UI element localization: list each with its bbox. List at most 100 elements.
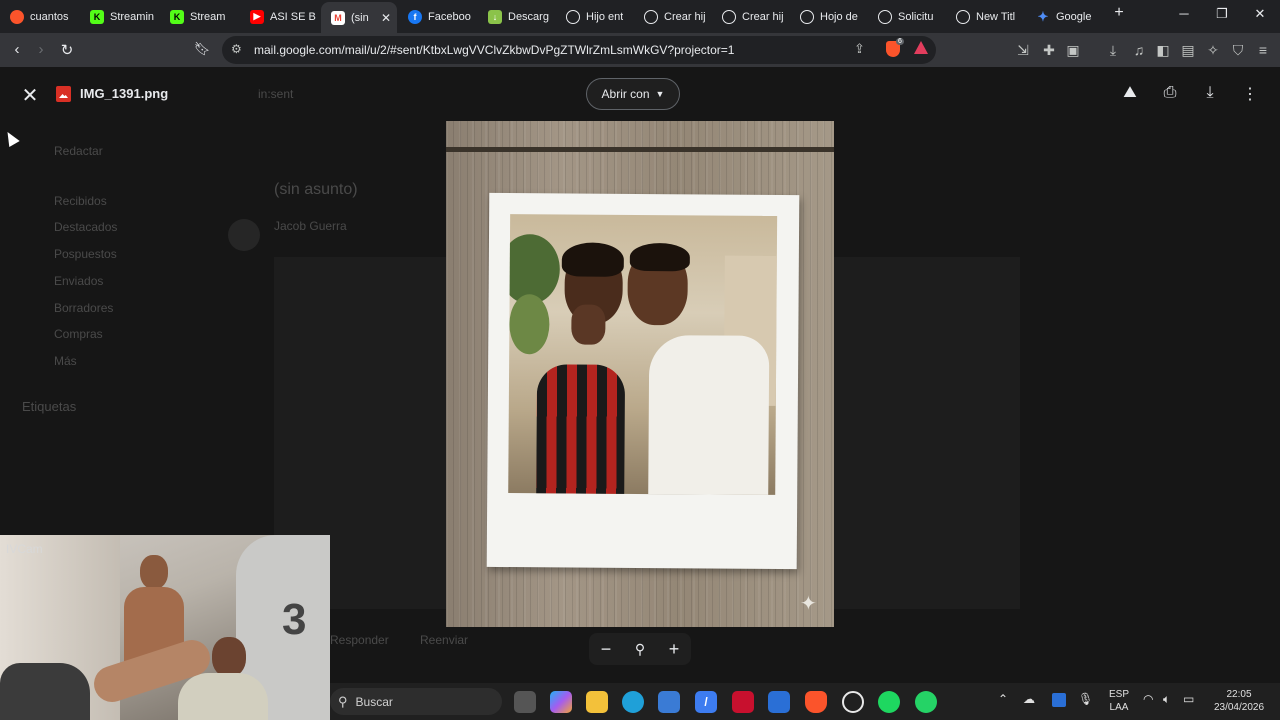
battery-icon[interactable]: ▭ [1183,693,1194,706]
folder-borradores: Borradores [54,301,114,315]
tab-new-title[interactable]: New Titl [946,4,1026,29]
tab-facebook[interactable]: f Faceboo [398,4,478,29]
tab-gmail-sin-asunto[interactable]: M (sin ✕ [321,2,397,33]
polaroid-frame [486,192,800,570]
screenshot-icon[interactable]: ▣ [1064,42,1082,59]
minimize-button[interactable]: ─ [1173,6,1195,21]
hand [571,304,606,345]
whatsapp-icon[interactable] [915,691,937,713]
back-button[interactable]: ‹ [7,41,27,58]
site-settings-icon[interactable]: ⚙ [231,42,242,56]
mcafee-icon[interactable] [732,691,754,713]
bookmark-icon[interactable]: 🔖︎ [192,41,212,57]
download-icon[interactable]: ⤓ [1199,84,1221,102]
tab-solicitud[interactable]: Solicitu [868,4,946,29]
language-indicator[interactable]: ESP LAA [1102,688,1136,714]
forward-button[interactable]: › [31,41,51,58]
store-icon[interactable] [658,691,680,713]
kick-favicon-icon: K [90,9,104,24]
wallet-icon[interactable]: ▤ [1179,42,1197,59]
reload-button[interactable]: ↻ [57,41,77,59]
extension-icon[interactable]: ⇲ [1014,42,1032,59]
maximize-button[interactable]: ❐ [1211,6,1233,22]
address-bar[interactable]: ⚙ mail.google.com/mail/u/2/#sent/KtbxLwg… [222,36,936,64]
app-icon[interactable]: / [695,691,717,713]
share-icon[interactable]: ⇪ [854,41,865,57]
task-view-icon[interactable] [514,691,536,713]
tab-label: Faceboo [428,10,471,23]
windows-taskbar: ⚲ Buscar / ⌃ ☁ 🎙︎ ESP LAA ◠ 🔈︎ ▭ 22:05 2… [330,683,1280,720]
zoom-out-button[interactable]: − [601,639,612,660]
print-icon[interactable]: ⎙ [1159,84,1181,102]
close-window-button[interactable]: ✕ [1249,6,1271,22]
tab-crear-hij-1[interactable]: Crear hij [634,4,712,29]
open-with-button[interactable]: Abrir con ▼ [586,78,680,110]
webcam-label: IVCam [6,542,43,556]
puzzle-icon[interactable]: ✚ [1040,42,1058,59]
brave-rewards-icon[interactable] [914,41,928,54]
new-tab-button[interactable]: + [1108,4,1130,22]
tray-app-icon[interactable] [1052,693,1066,707]
wood-plank-gap [446,147,834,152]
downloads-icon[interactable]: ⤓ [1104,42,1122,59]
copilot-icon[interactable] [550,691,572,713]
tab-streaming[interactable]: K Streamin [80,4,160,29]
folder-destacados: Destacados [54,220,118,234]
leo-ai-icon[interactable]: ✧ [1204,42,1222,59]
tab-stream[interactable]: K Stream [160,4,240,29]
tab-crear-hij-2[interactable]: Crear hij [712,4,790,29]
chatgpt-favicon-icon [722,9,736,24]
browser-toolbar: ‹ › ↻ 🔖︎ ⚙ mail.google.com/mail/u/2/#sen… [0,33,1280,67]
menu-icon[interactable]: ≡ [1254,42,1272,58]
close-tab-icon[interactable]: ✕ [381,11,391,25]
onedrive-icon[interactable]: ☁ [1023,693,1035,706]
edge-icon[interactable] [622,691,644,713]
show-hidden-icons-icon[interactable]: ⌃ [998,693,1008,706]
brave-shields-badge: 6 [896,38,904,45]
zoom-in-button[interactable]: + [669,639,680,660]
reply-button: Responder [330,633,389,647]
search-input: in:sent [258,87,294,101]
tab-google[interactable]: ✦ Google [1026,4,1102,29]
person-hair [561,242,624,277]
zoom-reset-icon[interactable]: ⚲ [635,641,645,658]
sparkle-icon: ✦ [800,593,817,615]
tab-label: Crear hij [664,10,706,23]
search-label: Buscar [355,694,393,709]
tab-hojo-de[interactable]: Hojo de [790,4,868,29]
wifi-icon[interactable]: ◠ [1143,693,1153,706]
file-explorer-icon[interactable] [586,691,608,713]
image-file-icon [56,86,71,102]
media-icon[interactable]: ♫ [1130,42,1148,58]
tab-asi-se[interactable]: ▶ ASI SE B [240,4,320,29]
spotify-icon[interactable] [878,691,900,713]
microphone-icon[interactable]: 🎙︎ [1078,693,1093,706]
tab-hijo-ent[interactable]: Hijo ent [556,4,634,29]
tab-label: Crear hij [742,10,784,23]
tab-label: Hijo ent [586,10,624,23]
facebook-favicon-icon: f [408,9,422,24]
chatgpt-icon[interactable] [842,691,864,713]
close-viewer-icon[interactable]: ✕ [20,83,40,108]
url-text[interactable]: mail.google.com/mail/u/2/#sent/KtbxLwgVV… [254,43,734,57]
sidebar-icon[interactable]: ◧ [1154,42,1172,59]
taskbar-search[interactable]: ⚲ Buscar [330,688,502,715]
app-icon[interactable] [768,691,790,713]
gemini-favicon-icon: ✦ [1037,8,1049,24]
foliage [509,294,550,355]
chatgpt-favicon-icon [878,9,892,24]
forward-button: Reenviar [420,633,469,647]
tab-cuantos[interactable]: cuantos [0,4,80,29]
vpn-icon[interactable]: ⛉ [1229,42,1247,59]
folder-pospuestos: Pospuestos [54,247,117,261]
zoom-control: − ⚲ + [589,633,691,665]
kick-favicon-icon: K [170,9,184,24]
person-hair [629,242,690,272]
brave-icon[interactable] [805,691,827,713]
tab-descargas[interactable]: ↓ Descarg [478,4,556,29]
more-options-icon[interactable]: ⋮ [1239,84,1261,104]
language-line1: ESP [1108,689,1129,700]
clock[interactable]: 22:05 23/04/2026 [1208,688,1270,714]
add-to-drive-icon[interactable]: ⛰ [1119,84,1141,102]
volume-icon[interactable]: 🔈︎ [1163,693,1170,706]
